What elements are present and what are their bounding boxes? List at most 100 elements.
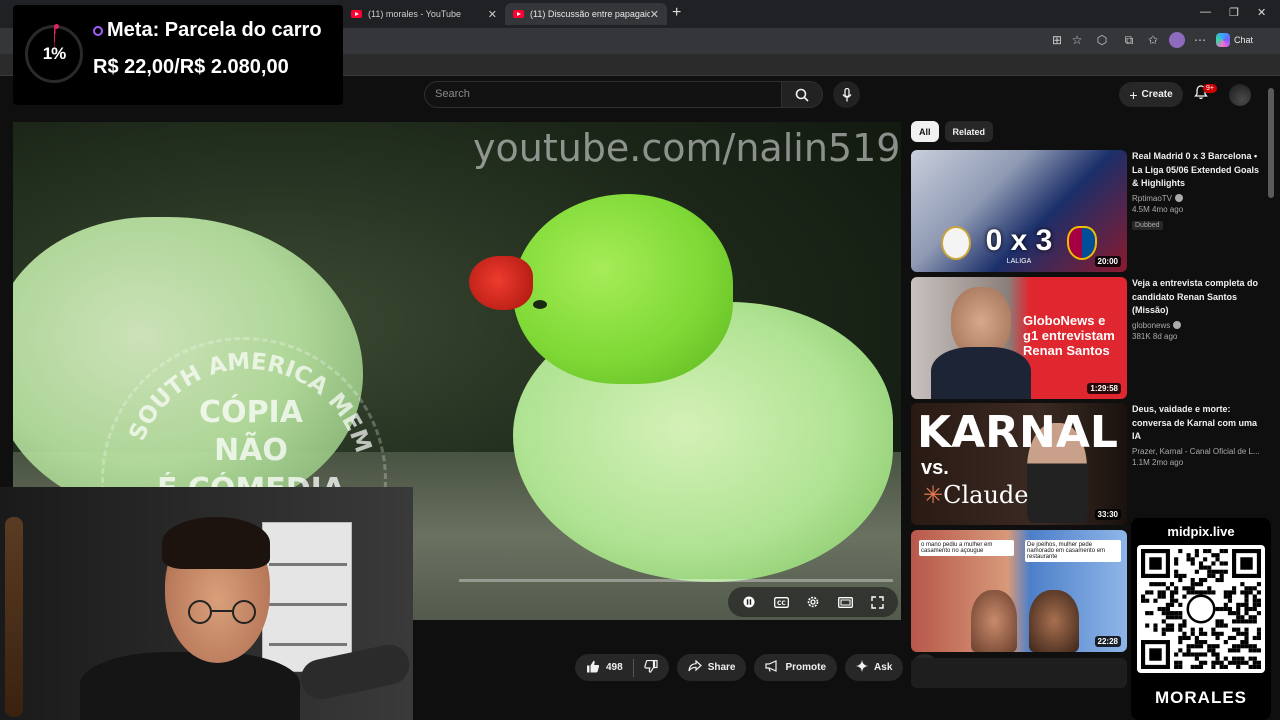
share-icon — [688, 659, 702, 675]
like-dislike-group: 498 — [575, 654, 669, 681]
search-input[interactable]: Search — [424, 81, 782, 108]
maximize-button[interactable]: ❐ — [1229, 6, 1239, 19]
video-progress-bar[interactable] — [459, 579, 893, 582]
favorite-star-icon[interactable]: ☆ — [1070, 33, 1084, 47]
voice-search-button[interactable] — [833, 81, 860, 108]
player-controls: CC — [728, 587, 898, 617]
video-thumbnail[interactable]: o mano pediu a mulher em casamento no aç… — [911, 530, 1127, 652]
video-watermark: youtube.com/nalin519 — [473, 126, 901, 170]
video-title[interactable]: Veja a entrevista completa do candidato … — [1132, 277, 1260, 318]
verified-icon — [1175, 194, 1184, 203]
thumb-title-karnal: KARNAL — [917, 407, 1118, 458]
video-title[interactable]: Deus, vaidade e morte: conversa de Karna… — [1132, 403, 1260, 444]
video-title[interactable]: Real Madrid 0 x 3 Barcelona • La Liga 05… — [1132, 150, 1260, 191]
search-button[interactable] — [781, 81, 823, 108]
user-avatar[interactable] — [1229, 84, 1251, 106]
goal-amount: R$ 22,00/R$ 2.080,00 — [93, 56, 289, 78]
ask-button[interactable]: Ask — [845, 654, 904, 681]
promote-label: Promote — [785, 662, 827, 673]
streamer-hair — [162, 517, 270, 569]
svg-text:CC: CC — [777, 600, 786, 607]
dislike-icon[interactable] — [643, 659, 658, 676]
megaphone-icon — [765, 660, 779, 675]
streamer-body — [80, 652, 300, 720]
search-icon — [795, 88, 809, 102]
create-button[interactable]: + Create — [1119, 82, 1183, 107]
stamp-line-2: NÃO — [214, 433, 288, 468]
stamp-line-1: CÓPIA — [199, 395, 303, 430]
share-button[interactable]: Share — [676, 654, 747, 681]
chip-all[interactable]: All — [911, 121, 939, 142]
profile-avatar[interactable] — [1169, 32, 1185, 48]
recommendation-item[interactable]: 0 x 3 LALIGA 20:00 Real Madrid 0 x 3 Bar… — [911, 150, 1261, 272]
tab-discussao[interactable]: (11) Discussão entre papagaios co ✕ — [505, 3, 667, 25]
fullscreen-icon[interactable] — [868, 593, 886, 611]
next-thumbnail-partial[interactable] — [911, 658, 1127, 688]
settings-gear-icon[interactable] — [804, 593, 822, 611]
pause-icon[interactable] — [740, 593, 758, 611]
chip-related[interactable]: Related — [944, 121, 994, 142]
goal-bullet-icon — [93, 25, 103, 36]
chat-label: Chat — [1234, 35, 1254, 45]
video-duration: 33:30 — [1094, 509, 1121, 520]
create-label: Create — [1141, 89, 1173, 100]
page-scrollbar[interactable] — [1268, 88, 1274, 198]
split-screen-icon[interactable]: ⧉ — [1122, 33, 1136, 47]
parrot-eye — [533, 300, 547, 309]
close-tab-icon[interactable]: ✕ — [488, 8, 497, 21]
tab-morales[interactable]: (11) morales - YouTube ✕ — [343, 3, 505, 25]
thumb-vs: vs. — [921, 457, 949, 479]
recommendation-item[interactable]: KARNAL vs. ✳Claude 33:30 Deus, vaidade e… — [911, 403, 1261, 525]
video-duration: 1:29:58 — [1087, 383, 1121, 394]
channel-name[interactable]: globonews — [1132, 321, 1170, 330]
video-thumbnail[interactable]: GloboNews e g1 entrevistam Renan Santos … — [911, 277, 1127, 399]
video-stats: 1.1M 2mo ago — [1132, 457, 1184, 467]
video-duration: 22:28 — [1094, 636, 1121, 647]
thumb-caption-right: De joelhos, mulher pede namorado em casa… — [1025, 540, 1121, 562]
microphone-icon — [841, 87, 852, 101]
captions-icon[interactable]: CC — [772, 593, 790, 611]
goal-title-text: Meta: Parcela do carro — [107, 19, 322, 41]
minimize-button[interactable]: — — [1200, 6, 1211, 18]
like-count: 498 — [606, 662, 623, 673]
background-shelf — [262, 522, 352, 672]
thumb-claude: ✳Claude — [923, 481, 1028, 509]
copilot-chat-button[interactable]: Chat — [1216, 31, 1253, 49]
new-tab-button[interactable]: + — [672, 4, 681, 22]
youtube-icon — [513, 10, 524, 18]
verified-icon — [1173, 321, 1182, 330]
favorites-icon[interactable]: ✩ — [1146, 33, 1160, 47]
like-icon[interactable] — [586, 660, 600, 676]
filter-chips: All Related — [911, 121, 994, 142]
right-parrot-head — [513, 194, 733, 384]
video-thumbnail[interactable]: KARNAL vs. ✳Claude 33:30 — [911, 403, 1127, 525]
video-thumbnail[interactable]: 0 x 3 LALIGA 20:00 — [911, 150, 1127, 272]
channel-name[interactable]: RptimaoTV — [1132, 194, 1172, 203]
barcelona-crest — [1067, 226, 1097, 260]
more-menu-icon[interactable]: ⋯ — [1193, 33, 1207, 47]
video-actions: 498 Share Promote Ask ⋯ — [575, 654, 939, 682]
qr-code — [1137, 545, 1265, 673]
tab-label: (11) morales - YouTube — [368, 9, 462, 19]
close-window-button[interactable]: ✕ — [1257, 6, 1266, 19]
copilot-icon — [1216, 33, 1230, 47]
thumb-caption: GloboNews e g1 entrevistam Renan Santos — [1023, 313, 1115, 358]
thumb-claude-text: Claude — [943, 481, 1029, 509]
notifications-count-badge: 9+ — [1203, 84, 1217, 93]
thumb-score: 0 x 3 — [985, 224, 1053, 257]
promote-button[interactable]: Promote — [754, 654, 838, 681]
candidate-suit — [931, 347, 1031, 399]
close-tab-icon[interactable]: ✕ — [650, 8, 659, 21]
video-stats: 4.5M 4mo ago — [1132, 204, 1184, 214]
app-icon[interactable]: ⊞ — [1050, 33, 1064, 47]
youtube-icon — [351, 10, 362, 18]
share-label: Share — [707, 662, 736, 673]
channel-name[interactable]: Prazer, Karnal - Canal Oficial de L... — [1132, 447, 1260, 456]
tab-label: (11) Discussão entre papagaios co — [530, 9, 650, 19]
theater-mode-icon[interactable] — [836, 593, 854, 611]
parrot-beak — [469, 256, 533, 310]
recommendation-item[interactable]: GloboNews e g1 entrevistam Renan Santos … — [911, 277, 1261, 399]
real-madrid-crest — [941, 226, 971, 260]
extensions-icon[interactable]: ⬡ — [1095, 33, 1109, 47]
video-stats: 381K 8d ago — [1132, 331, 1178, 341]
